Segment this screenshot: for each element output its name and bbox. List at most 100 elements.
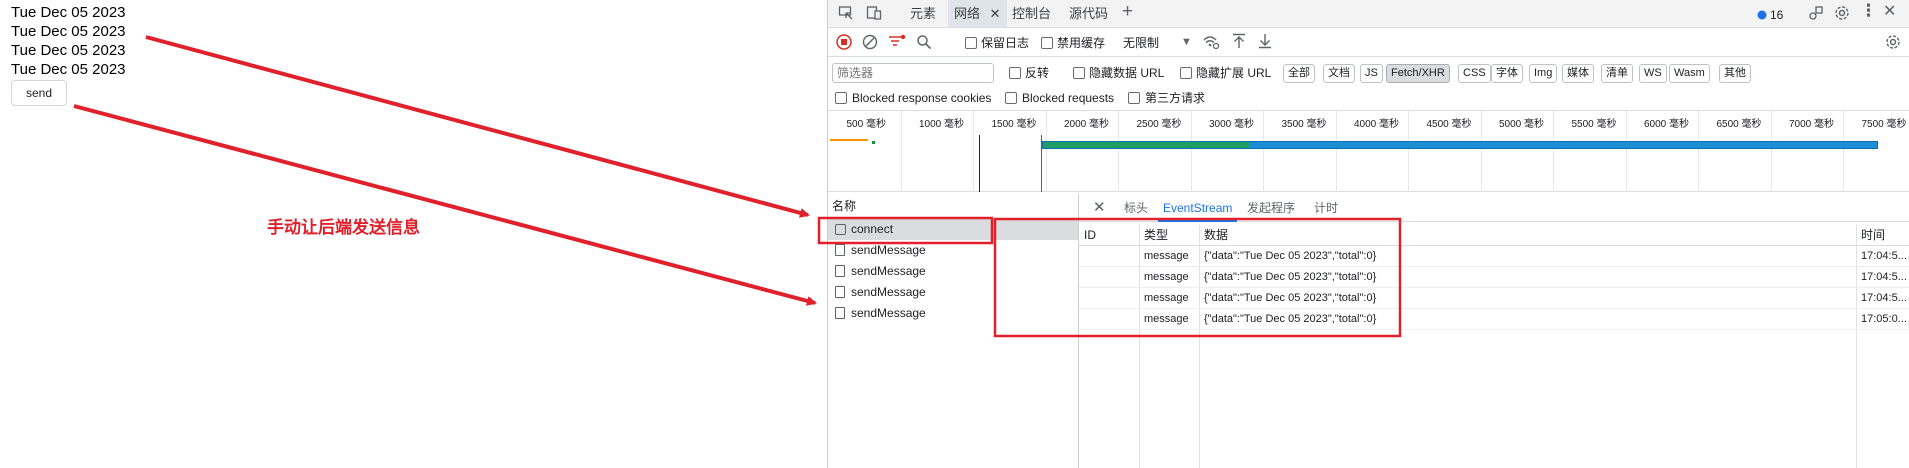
hide-data-urls-checkbox[interactable]: [1073, 67, 1085, 79]
name-column-header[interactable]: 名称: [828, 194, 1078, 218]
timeline-tick-line: [1625, 111, 1627, 192]
timeline-tick-line: [973, 111, 974, 192]
annotation-text: 手动让后端发送信息: [267, 218, 420, 238]
event-data: {"data":"Tue Dec 05 2023","total":0}: [1204, 271, 1377, 283]
clear-icon[interactable]: [862, 34, 878, 53]
tab-eventstream[interactable]: EventStream: [1158, 194, 1238, 222]
blocked-requests-label: Blocked requests: [1022, 91, 1115, 105]
issues-icon[interactable]: [1757, 7, 1767, 23]
more-options-icon[interactable]: ⋮: [1860, 2, 1877, 19]
blocked-cookies-checkbox[interactable]: [835, 92, 847, 104]
event-time: 17:04:5...: [1861, 292, 1907, 304]
date-line: Tue Dec 05 2023: [11, 23, 126, 40]
type-filter-wasm[interactable]: Wasm: [1669, 64, 1710, 83]
close-devtools-icon[interactable]: ✕: [1883, 4, 1896, 20]
timeline-tick-line: [1118, 111, 1119, 192]
date-line: Tue Dec 05 2023: [11, 4, 126, 21]
column-header-id[interactable]: ID: [1084, 225, 1096, 245]
timeline-bar-early: [830, 139, 868, 141]
event-type: message: [1144, 292, 1189, 304]
timeline-tick-line: [1843, 111, 1844, 192]
add-tab-icon[interactable]: +: [1122, 2, 1133, 21]
tab-network[interactable]: 网络 ✕: [948, 0, 1007, 27]
request-name: sendMessage: [851, 306, 926, 320]
tab-sources[interactable]: 源代码: [1063, 0, 1114, 27]
disable-cache-checkbox[interactable]: [1041, 37, 1053, 49]
chevron-down-icon[interactable]: ▼: [1181, 34, 1192, 50]
request-name: sendMessage: [851, 243, 926, 257]
timeline-tick-label: 5000 毫秒: [1499, 119, 1545, 130]
type-filter-fetch-xhr[interactable]: Fetch/XHR: [1386, 64, 1450, 83]
disable-cache-label: 禁用缓存: [1057, 36, 1106, 50]
record-stop-icon[interactable]: [836, 34, 852, 53]
import-har-icon[interactable]: [1232, 33, 1246, 52]
network-settings-icon[interactable]: [1885, 34, 1901, 53]
request-name: connect: [851, 222, 894, 236]
type-filter-js[interactable]: JS: [1360, 64, 1383, 83]
timeline-tick-label: 6000 毫秒: [1644, 119, 1690, 130]
throttling-select[interactable]: 无限制: [1123, 36, 1159, 50]
tab-network-label: 网络: [954, 6, 981, 21]
timeline-tick-label: 500 毫秒: [846, 119, 886, 130]
invert-checkbox[interactable]: [1009, 67, 1021, 79]
type-filter-img[interactable]: Img: [1529, 64, 1558, 83]
timeline-overview[interactable]: 500 毫秒 1000 毫秒 1500 毫秒 2000 毫秒 2500 毫秒 3000 毫…: [828, 111, 1909, 192]
event-data: {"data":"Tue Dec 05 2023","total":0}: [1204, 292, 1377, 304]
event-time: 17:05:0...: [1861, 313, 1907, 325]
event-data: {"data":"Tue Dec 05 2023","total":0}: [1204, 313, 1377, 325]
close-tab-icon[interactable]: ✕: [990, 6, 1001, 21]
send-button[interactable]: send: [11, 80, 67, 106]
type-filter-css[interactable]: CSS: [1458, 64, 1491, 83]
devtools-panel: 元素 网络 ✕ 控制台 源代码 + 16 ⋮ ✕ 保留日志 禁用缓存 无限制 ▼…: [827, 0, 1909, 468]
export-har-icon[interactable]: [1258, 33, 1272, 52]
network-conditions-icon[interactable]: [1202, 34, 1220, 53]
type-filter-all[interactable]: 全部: [1283, 64, 1315, 83]
network-toolbar: 保留日志 禁用缓存 无限制 ▼: [828, 28, 1909, 57]
request-row[interactable]: sendMessage: [828, 261, 1078, 282]
preserve-log-checkbox[interactable]: [965, 37, 977, 49]
tab-initiator[interactable]: 发起程序: [1242, 194, 1300, 222]
request-row[interactable]: sendMessage: [828, 282, 1078, 303]
column-header-data[interactable]: 数据: [1204, 225, 1228, 245]
timeline-tick-label: 4500 毫秒: [1426, 119, 1472, 130]
event-time: 17:04:5...: [1861, 250, 1907, 262]
page-content: Tue Dec 05 2023 Tue Dec 05 2023 Tue Dec …: [0, 0, 827, 468]
request-row[interactable]: sendMessage: [828, 303, 1078, 324]
tab-console[interactable]: 控制台: [1006, 0, 1057, 27]
detail-tab-bar: ✕ 标头 EventStream 发起程序 计时: [1079, 194, 1909, 222]
customize-icon[interactable]: [1808, 5, 1824, 24]
tab-elements[interactable]: 元素: [904, 0, 942, 27]
device-toggle-icon[interactable]: [866, 5, 882, 24]
timeline-tick-label: 6500 毫秒: [1716, 119, 1762, 130]
timeline-tick-line: [1045, 111, 1047, 192]
column-header-time[interactable]: 时间: [1861, 225, 1885, 245]
hide-ext-urls-checkbox[interactable]: [1180, 67, 1192, 79]
search-icon[interactable]: [916, 34, 932, 53]
close-detail-icon[interactable]: ✕: [1088, 194, 1111, 222]
tab-headers[interactable]: 标头: [1119, 194, 1153, 222]
timeline-tick-line: [1770, 111, 1772, 192]
timeline-tick-line: [1553, 111, 1554, 192]
type-filter-font[interactable]: 字体: [1491, 64, 1523, 83]
timeline-tick-line: [1263, 111, 1264, 192]
tab-timing[interactable]: 计时: [1309, 194, 1343, 222]
type-filter-media[interactable]: 媒体: [1562, 64, 1594, 83]
event-type: message: [1144, 313, 1189, 325]
document-icon: [835, 244, 845, 256]
filter-icon[interactable]: [888, 34, 906, 53]
issue-count[interactable]: 16: [1770, 8, 1783, 22]
type-filter-other[interactable]: 其他: [1719, 64, 1751, 83]
blocked-requests-checkbox[interactable]: [1005, 92, 1017, 104]
event-type: message: [1144, 250, 1189, 262]
type-filter-manifest[interactable]: 清单: [1601, 64, 1633, 83]
filter-input[interactable]: [832, 63, 994, 83]
column-header-type[interactable]: 类型: [1144, 225, 1168, 245]
document-icon: [835, 265, 845, 277]
third-party-checkbox[interactable]: [1128, 92, 1140, 104]
request-row[interactable]: sendMessage: [828, 240, 1078, 261]
inspect-element-icon[interactable]: [838, 5, 854, 24]
settings-gear-icon[interactable]: [1834, 5, 1850, 24]
type-filter-doc[interactable]: 文档: [1323, 64, 1355, 83]
type-filter-ws[interactable]: WS: [1639, 64, 1667, 83]
timeline-tick-label: 7500 毫秒: [1861, 119, 1907, 130]
